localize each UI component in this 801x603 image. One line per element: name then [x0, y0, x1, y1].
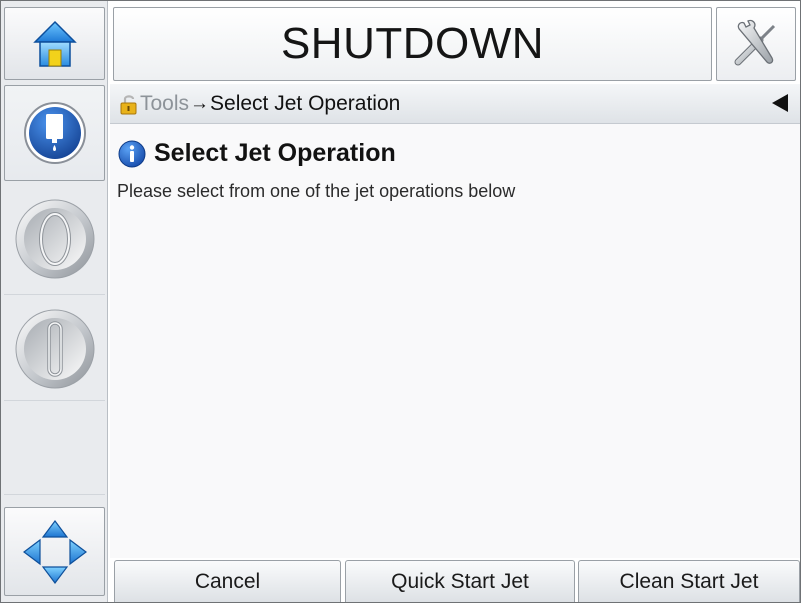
tools-icon	[734, 19, 776, 66]
content-panel: Tools → Select Jet Operation Select Jet …	[110, 84, 800, 558]
tools-button[interactable]	[716, 7, 796, 81]
jet-start-icon[interactable]	[13, 197, 97, 281]
home-icon	[32, 20, 77, 67]
info-icon	[118, 140, 146, 167]
cancel-button[interactable]: Cancel	[114, 560, 341, 602]
heading-row: Select Jet Operation	[118, 139, 396, 168]
instruction-text: Please select from one of the jet operat…	[117, 181, 516, 201]
breadcrumb-tools-link[interactable]: Tools	[140, 92, 189, 116]
title-bar: SHUTDOWN	[113, 7, 712, 81]
section-heading: Select Jet Operation	[154, 139, 396, 167]
jet-stop-slot	[4, 297, 105, 401]
breadcrumb-separator: →	[190, 92, 210, 114]
ink-status-button[interactable]	[4, 85, 105, 181]
navigation-button[interactable]	[4, 507, 105, 596]
jet-start-slot	[4, 183, 105, 295]
left-sidebar	[1, 1, 108, 602]
home-button[interactable]	[4, 7, 105, 80]
empty-slot	[4, 403, 105, 495]
breadcrumb-current: Select Jet Operation	[210, 91, 401, 115]
navigation-arrows-icon	[22, 519, 87, 584]
breadcrumb: Tools → Select Jet Operation	[110, 84, 800, 124]
clean-start-jet-button[interactable]: Clean Start Jet	[578, 560, 800, 602]
jet-stop-icon[interactable]	[13, 307, 97, 391]
page-title: SHUTDOWN	[280, 19, 545, 68]
quick-start-jet-button[interactable]: Quick Start Jet	[345, 560, 575, 602]
lock-icon	[120, 94, 137, 114]
ink-bottle-icon	[23, 102, 86, 164]
back-arrow-icon[interactable]	[770, 92, 790, 114]
